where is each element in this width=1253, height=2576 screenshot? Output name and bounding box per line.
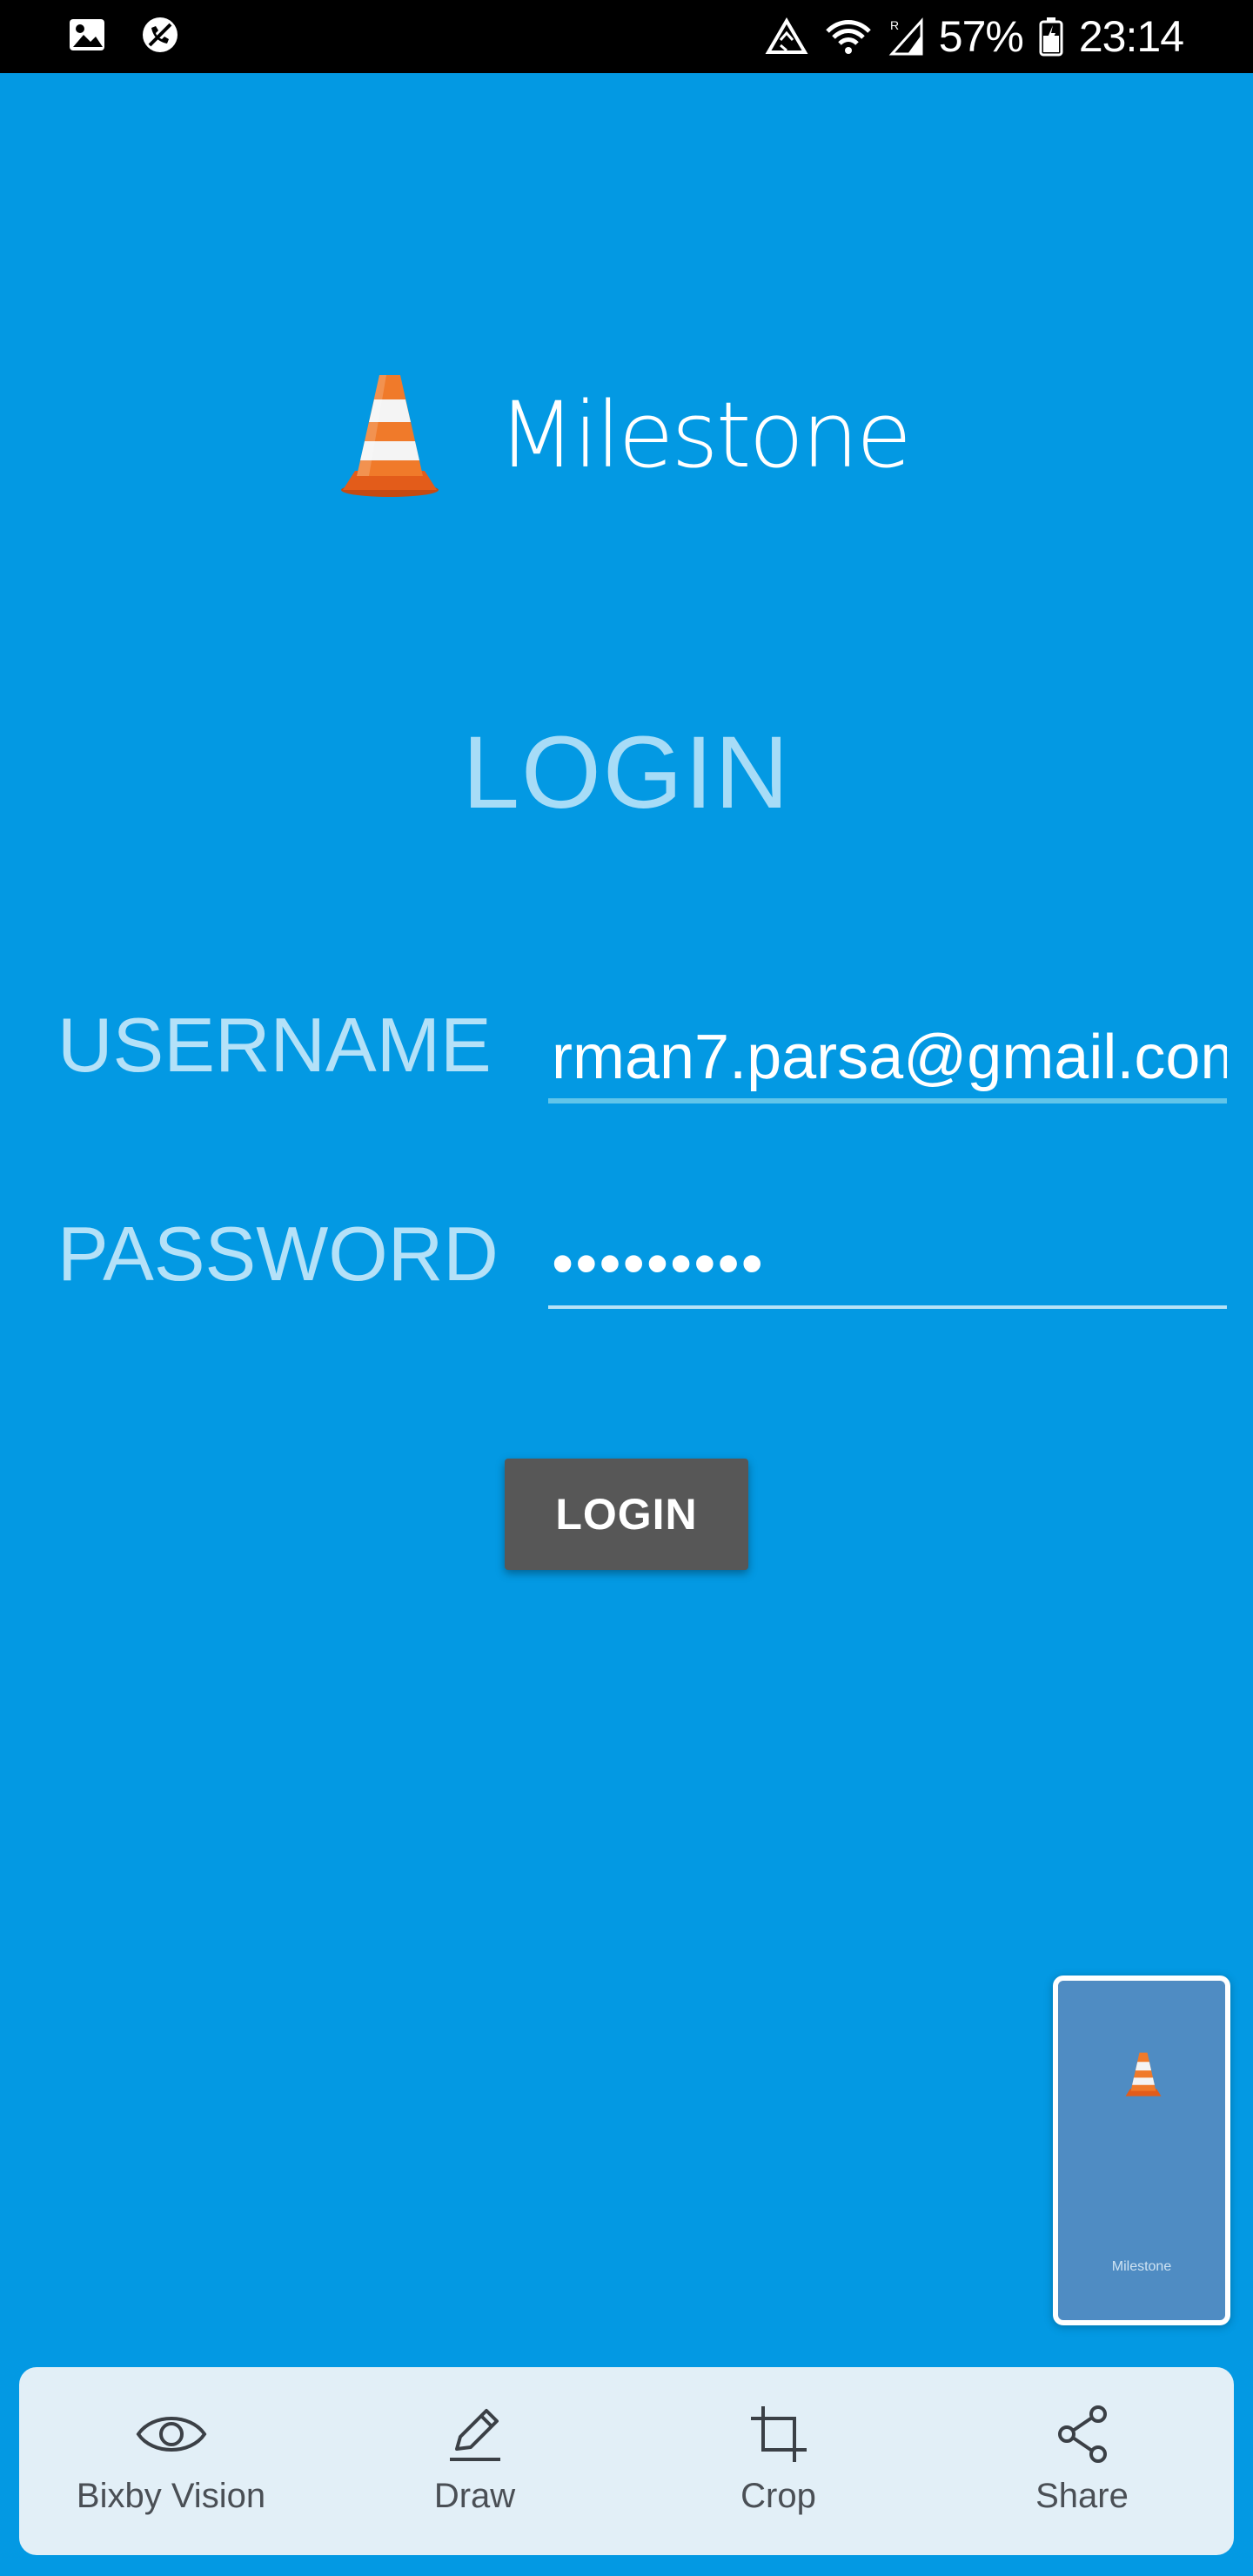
- data-saver-icon: [765, 17, 808, 56]
- draw-label: Draw: [433, 2477, 516, 2515]
- page-title: LOGIN: [462, 715, 791, 830]
- username-label: USERNAME: [57, 1002, 492, 1088]
- status-bar: R 57% 23:14: [0, 0, 1253, 73]
- crop-icon: [747, 2404, 810, 2465]
- gallery-icon: [68, 17, 106, 52]
- username-input[interactable]: [548, 1016, 1227, 1104]
- traffic-cone-icon: [339, 368, 440, 503]
- share-label: Share: [1035, 2477, 1129, 2515]
- pen-icon: [445, 2404, 506, 2465]
- battery-percentage: 57%: [938, 12, 1024, 61]
- crop-button[interactable]: Crop: [626, 2367, 930, 2555]
- bixby-vision-label: Bixby Vision: [76, 2477, 266, 2515]
- app-name: Milestone: [498, 382, 912, 488]
- screenshot-toolbar: Bixby Vision Draw Crop Share: [19, 2367, 1234, 2555]
- clock: 23:14: [1078, 12, 1184, 61]
- thumbnail-cone-icon: [1124, 2049, 1163, 2105]
- share-icon: [1055, 2404, 1110, 2465]
- password-label: PASSWORD: [57, 1211, 499, 1297]
- screenshot-thumbnail[interactable]: Milestone: [1053, 1976, 1230, 2325]
- share-button[interactable]: Share: [930, 2367, 1234, 2555]
- signal-icon: R: [888, 17, 923, 56]
- svg-text:R: R: [890, 18, 899, 32]
- app-logo: Milestone: [339, 366, 912, 505]
- draw-button[interactable]: Draw: [323, 2367, 626, 2555]
- battery-icon: [1039, 17, 1063, 57]
- thumbnail-caption: Milestone: [1111, 2259, 1172, 2274]
- password-input[interactable]: [548, 1222, 1227, 1309]
- eye-icon: [135, 2404, 208, 2465]
- login-button[interactable]: LOGIN: [505, 1459, 748, 1570]
- bixby-vision-button[interactable]: Bixby Vision: [19, 2367, 323, 2555]
- no-call-icon: [141, 16, 179, 54]
- wifi-icon: [824, 17, 873, 56]
- crop-label: Crop: [740, 2477, 816, 2515]
